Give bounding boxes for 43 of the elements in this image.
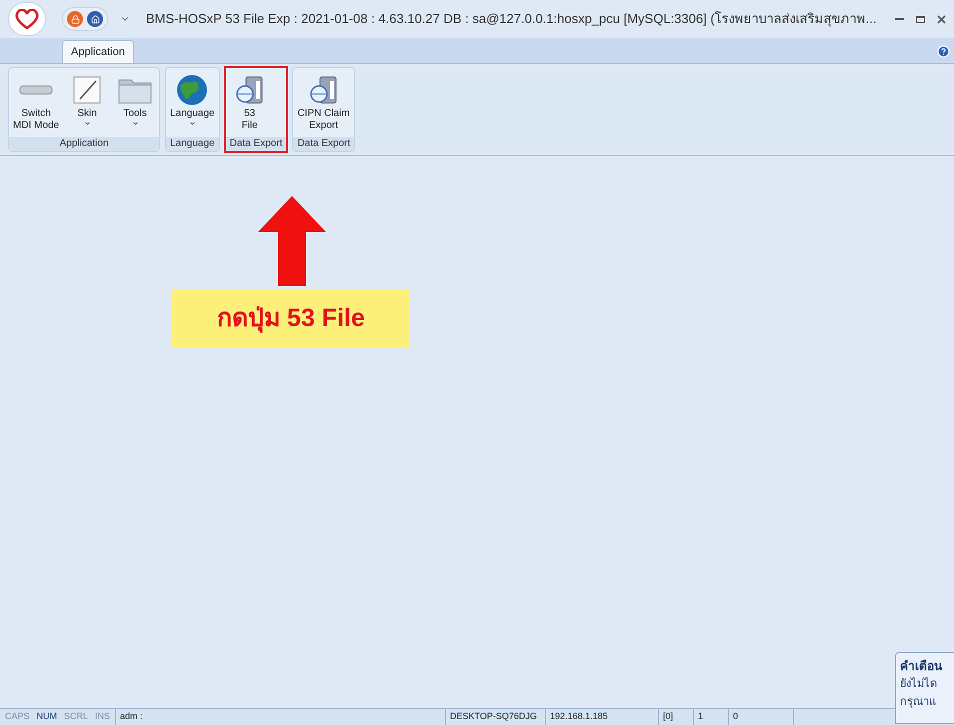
- status-user: adm :: [115, 709, 446, 725]
- server-icon: [308, 75, 339, 105]
- group-label: Data Export: [226, 137, 286, 151]
- home-icon: [90, 14, 100, 24]
- home-button[interactable]: [87, 11, 103, 27]
- caret-icon: [84, 120, 91, 127]
- server-icon: [234, 75, 265, 105]
- ribbon-tab[interactable]: Application: [62, 40, 134, 63]
- lock-button[interactable]: [67, 11, 83, 27]
- notification-text: กรุณาแ: [900, 694, 937, 710]
- ribbon-button[interactable]: Skin: [63, 68, 112, 137]
- status-cell: 192.168.1.185: [545, 709, 658, 725]
- heart-icon: [15, 9, 39, 29]
- close-icon[interactable]: [937, 14, 946, 24]
- window-title: BMS-HOSxP 53 File Exp : 2021-01-08 : 4.63.10.27 DB : sa@127.0.0.1:hosxp_pcu [MySQL:3306] (โรงพยาบาลส่งเสริมสุขภาพ...: [146, 10, 876, 28]
- callout-text: กดปุ่ม 53 File: [217, 302, 365, 335]
- caret-icon: [132, 120, 139, 127]
- globe-icon: [176, 74, 208, 106]
- caret-icon: [188, 120, 196, 127]
- ribbon-button[interactable]: Language: [166, 68, 219, 137]
- group-label: Data Export: [293, 137, 354, 151]
- maximize-icon[interactable]: [916, 16, 925, 22]
- status-cell: [0]: [658, 709, 694, 725]
- status-cell: DESKTOP-SQ76DJG: [445, 709, 546, 725]
- bar-icon: [19, 83, 54, 97]
- status-indicator: CAPS: [5, 710, 30, 724]
- ribbon-button[interactable]: CIPN Claim Export: [293, 68, 354, 137]
- status-cell: 1: [693, 709, 728, 725]
- help-icon[interactable]: [937, 45, 950, 58]
- group-label: Application: [9, 137, 160, 151]
- status-indicator: NUM: [36, 710, 58, 724]
- notification-title: คำเตือน: [900, 658, 944, 675]
- status-cell: 0: [728, 709, 794, 725]
- ribbon-button[interactable]: Tools: [111, 68, 160, 137]
- notification-text: ยังไม่ได: [900, 676, 938, 692]
- status-indicator: INS: [95, 710, 110, 724]
- status-indicator: SCRL: [64, 710, 88, 724]
- page-icon: [72, 75, 102, 105]
- ribbon-button[interactable]: 53 File: [226, 68, 274, 137]
- lock-icon: [70, 14, 80, 24]
- app-logo[interactable]: [8, 2, 46, 36]
- group-label: Language: [166, 137, 219, 151]
- ribbon-button[interactable]: Switch MDI Mode: [9, 68, 64, 137]
